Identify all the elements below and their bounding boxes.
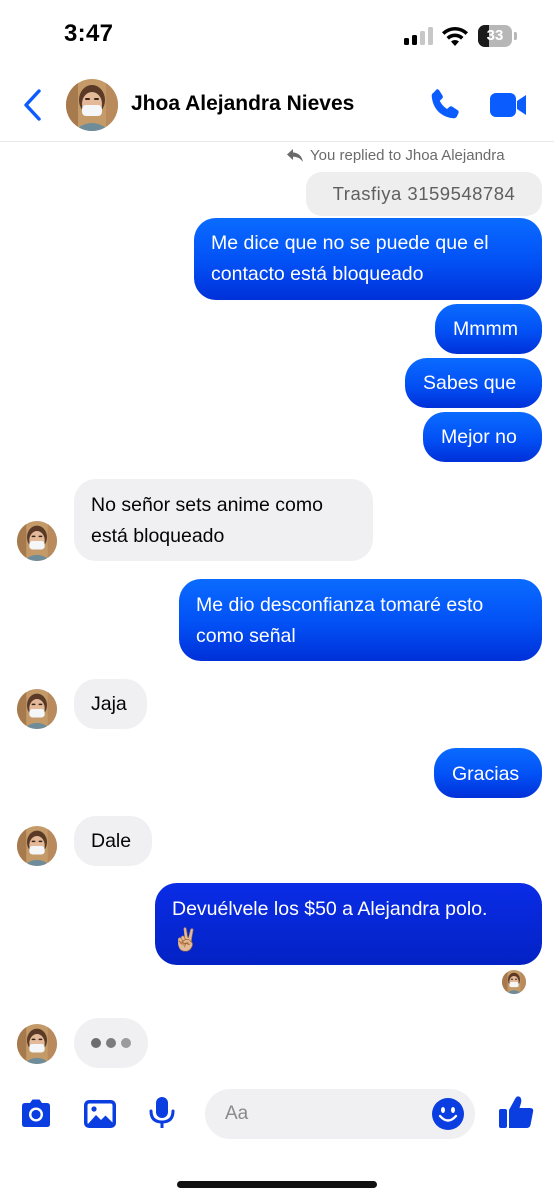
seen-avatar: [502, 970, 526, 994]
sender-avatar[interactable]: [17, 826, 57, 866]
message-line: Me dio desconfianza tomaré esto: [196, 594, 484, 616]
message-bubble[interactable]: Mejor no: [423, 412, 542, 462]
chevron-left-icon[interactable]: [20, 87, 46, 123]
wifi-icon: [442, 26, 468, 46]
reply-note-text: You replied to Jhoa Alejandra: [310, 146, 505, 164]
image-icon[interactable]: [82, 1096, 118, 1132]
video-camera-icon[interactable]: [489, 89, 527, 121]
status-time: 3:47: [64, 20, 114, 47]
sender-avatar[interactable]: [17, 521, 57, 561]
message-bubble[interactable]: Gracias: [434, 748, 542, 798]
battery-icon: 33: [478, 25, 518, 47]
message-bubble[interactable]: Sabes que: [405, 358, 542, 408]
message-bubble[interactable]: Me dio desconfianza tomaré esto como señ…: [179, 579, 542, 661]
signal-bar: [420, 31, 425, 45]
home-indicator: [177, 1181, 377, 1188]
message-line: Gracias: [452, 763, 520, 785]
message-bubble[interactable]: Me dice que no se puede que el contacto …: [194, 218, 542, 300]
contact-name[interactable]: Jhoa Alejandra Nieves: [131, 92, 354, 116]
message-input[interactable]: [225, 1089, 425, 1139]
message-line: Jaja: [91, 693, 127, 715]
signal-bar: [412, 35, 417, 45]
smiley-icon[interactable]: [431, 1097, 465, 1131]
reply-arrow-icon: [287, 148, 303, 162]
battery-level: 33: [486, 27, 504, 44]
message-bubble[interactable]: Mmmm: [435, 304, 542, 354]
message-line: Mejor no: [441, 426, 517, 448]
message-line: Sabes que: [423, 372, 517, 394]
signal-icon: [404, 27, 436, 45]
message-line: Dale: [91, 830, 132, 852]
thumbs-up-icon[interactable]: [497, 1093, 535, 1131]
message-line: Mmmm: [453, 318, 518, 340]
message-bubble[interactable]: Jaja: [74, 679, 147, 729]
message-line: No señor sets anime como: [91, 494, 323, 516]
typing-dots-icon: [74, 1018, 148, 1068]
message-bubble[interactable]: Devuélvele los $50 a Alejandra polo. ✌🏼: [155, 883, 542, 965]
message-line: Me dice que no se puede que el: [211, 232, 489, 254]
message-line: Devuélvele los $50 a Alejandra polo.: [172, 898, 488, 920]
quoted-message[interactable]: Trasfiya 3159548784: [306, 172, 542, 216]
message-line: está bloqueado: [91, 525, 225, 547]
signal-bar: [428, 27, 433, 45]
microphone-icon[interactable]: [144, 1095, 180, 1131]
message-bubble[interactable]: No señor sets anime como está bloqueado: [74, 479, 373, 561]
camera-icon[interactable]: [18, 1096, 54, 1132]
message-line: como señal: [196, 625, 296, 647]
contact-avatar[interactable]: [66, 79, 118, 131]
message-bubble[interactable]: Dale: [74, 816, 152, 866]
reply-note: You replied to Jhoa Alejandra: [286, 145, 505, 165]
sender-avatar[interactable]: [17, 689, 57, 729]
message-line: contacto está bloqueado: [211, 263, 424, 285]
header-divider: [0, 141, 554, 142]
sender-avatar[interactable]: [17, 1024, 57, 1064]
phone-icon[interactable]: [426, 86, 464, 124]
message-line: ✌🏼: [172, 928, 200, 953]
signal-bar: [404, 38, 409, 45]
